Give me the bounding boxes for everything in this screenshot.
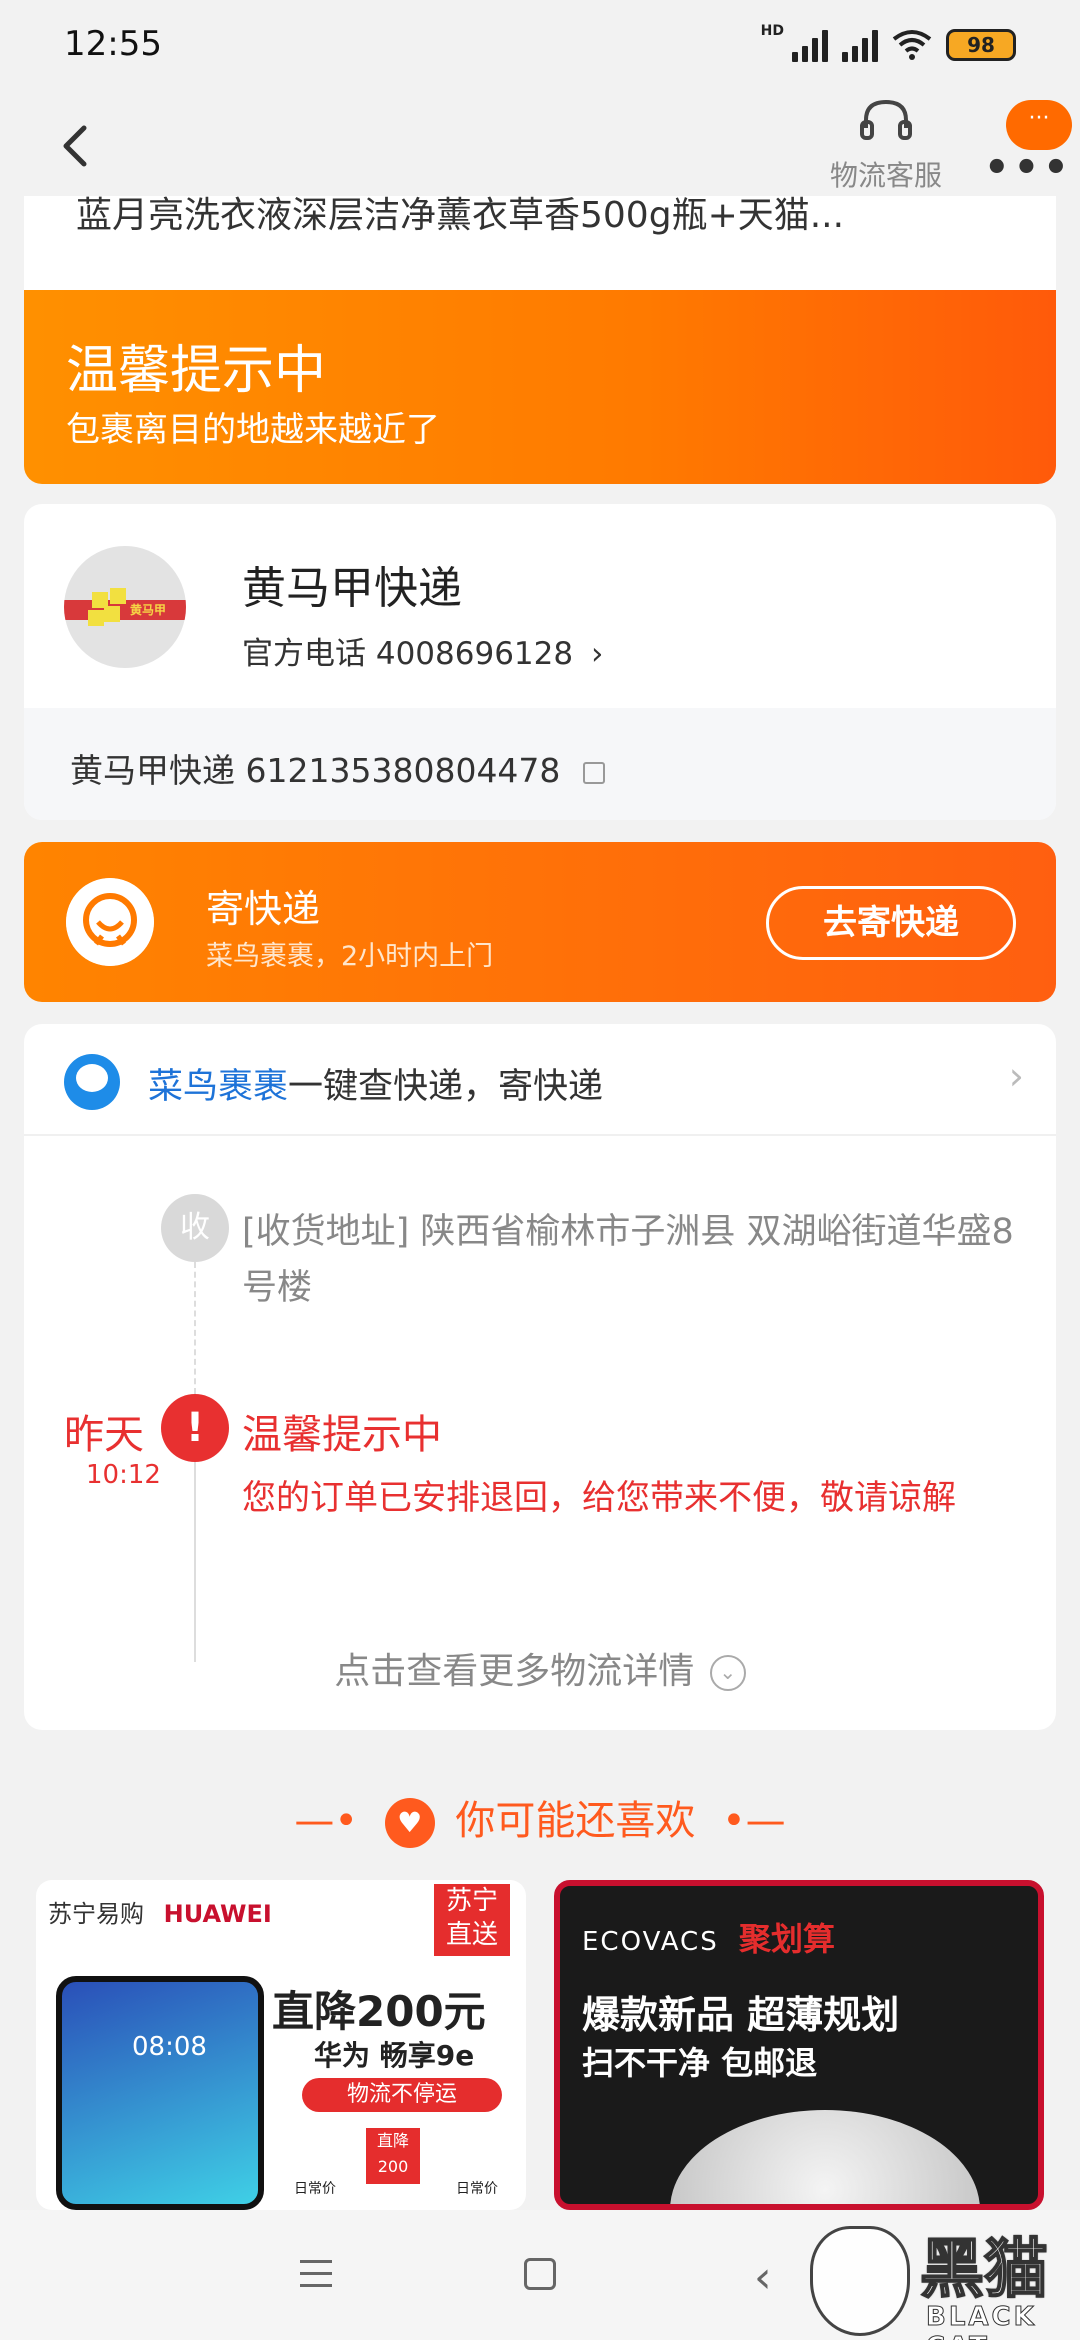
send-express-title: 寄快递: [206, 887, 321, 931]
regular-price-left: 日常价: [294, 2181, 336, 2197]
timeline-dashed-line: [194, 1262, 196, 1394]
watermark-text: 黑猫: [919, 2232, 1049, 2308]
huawei-brand: HUAWEI: [163, 1900, 272, 1928]
alert-icon: !: [161, 1394, 229, 1462]
event-day: 昨天: [64, 1412, 144, 1458]
delivery-address: [收货地址] 陕西省榆林市子洲县 双湖峪街道华盛8号楼: [242, 1212, 1014, 1308]
product-strip[interactable]: 蓝月亮洗衣液深层洁净薰衣草香500g瓶+天猫...: [24, 196, 1056, 290]
tip-subtitle: 包裹离目的地越来越近了: [66, 410, 440, 450]
status-bar: 12:55 HD 98: [0, 0, 1080, 96]
suning-brand: 苏宁易购: [48, 1900, 144, 1928]
cainiao-text: 菜鸟裹裹一键查快递，寄快递: [148, 1058, 603, 1109]
promo-headline: 直降200元: [272, 1987, 486, 2036]
logistics-card: 菜鸟裹裹一键查快递，寄快递 › 收 [收货地址] 陕西省榆林市子洲县 双湖峪街道…: [24, 1024, 1056, 1730]
juhuasuan-brand: 聚划算: [738, 1920, 835, 1958]
product-title: 蓝月亮洗衣液深层洁净薰衣草香500g瓶+天猫...: [76, 196, 845, 236]
home-icon[interactable]: [524, 2258, 556, 2290]
courier-name: 黄马甲快递: [242, 563, 462, 614]
robot-vacuum-image: [670, 2110, 980, 2204]
regular-price-right: 日常价: [456, 2181, 498, 2197]
copy-icon[interactable]: [582, 762, 605, 784]
courier-card: 黄马甲 黄马甲快递 官方电话 4008696128 › 黄马甲快递 612135…: [24, 504, 1056, 820]
headset-icon: [860, 99, 912, 140]
recent-apps-icon[interactable]: [300, 2260, 332, 2296]
recommend-heading: —• ♥ 你可能还喜欢 •—: [0, 1788, 1080, 1848]
cainiao-row[interactable]: 菜鸟裹裹一键查快递，寄快递 ›: [24, 1024, 1056, 1136]
courier-logo-text: 黄马甲: [130, 603, 167, 617]
send-express-button[interactable]: 去寄快递: [766, 886, 1016, 960]
cat-logo-icon: [810, 2226, 910, 2336]
more-dots-icon: •••: [984, 145, 1073, 191]
phone-image: 08:08: [56, 1976, 264, 2210]
hd-indicator: HD: [760, 23, 784, 39]
heading-decoration-icon: •—: [722, 1798, 786, 1844]
tracking-number: 黄马甲快递 612135380804478: [70, 751, 561, 790]
event-description: 您的订单已安排退回，给您带来不便，敬请谅解: [242, 1478, 956, 1518]
cainiao-brand: 菜鸟裹裹: [148, 1067, 289, 1107]
tracking-row: 黄马甲快递 612135380804478: [24, 708, 1056, 820]
more-logistics-label: 点击查看更多物流详情: [334, 1651, 695, 1692]
price-drop-tag: 直降200: [366, 2128, 420, 2184]
send-express-banner[interactable]: 寄快递 菜鸟裹裹，2小时内上门 去寄快递: [24, 842, 1056, 1002]
recommend-card-ecovacs[interactable]: ECOVACS 聚划算 爆款新品 超薄规划 扫不干净 包邮退: [554, 1880, 1044, 2210]
customer-service-button[interactable]: 物流客服: [816, 96, 956, 196]
cainiao-icon: [64, 1054, 120, 1110]
heart-icon: ♥: [384, 1798, 435, 1848]
message-bubble-icon[interactable]: ···: [1006, 100, 1072, 150]
brand-row: 苏宁易购 HUAWEI: [48, 1894, 272, 1929]
promo-headline: 爆款新品 超薄规划: [582, 1993, 900, 2037]
status-time: 12:55: [64, 24, 162, 64]
watermark-subtext: BLACK CAT: [926, 2302, 1037, 2340]
cainiao-desc: 一键查快递，寄快递: [288, 1067, 604, 1107]
ecovacs-brand: ECOVACS: [582, 1927, 719, 1957]
shipping-pill: 物流不停运: [302, 2078, 502, 2112]
black-cat-watermark: 黑猫 BLACK CAT: [810, 2218, 1080, 2340]
cainiao-mascot-icon: [66, 878, 154, 966]
direct-delivery-tag: 苏宁直送: [434, 1884, 510, 1956]
chevron-right-icon: ›: [590, 636, 604, 672]
cellular-signal-icon: [792, 28, 828, 62]
heading-decoration-icon: —•: [294, 1798, 358, 1844]
event-title: 温馨提示中: [242, 1412, 442, 1458]
receive-node-badge: 收: [161, 1194, 229, 1262]
phone-screen-time: 08:08: [132, 2032, 207, 2062]
tip-title: 温馨提示中: [66, 341, 327, 401]
nav-back-icon[interactable]: ‹: [754, 2252, 772, 2303]
battery-indicator: 98: [946, 29, 1016, 61]
more-menu-button[interactable]: ••• ···: [984, 100, 1072, 188]
cellular-signal-2-icon: [842, 28, 878, 62]
brand-row: ECOVACS 聚划算: [582, 1914, 835, 1960]
chevron-down-icon: ⌄: [709, 1655, 746, 1691]
courier-phone-label: 官方电话 4008696128: [242, 636, 574, 672]
back-arrow-icon[interactable]: [48, 116, 108, 176]
timeline-line: [194, 1462, 196, 1662]
event-time: 10:12: [86, 1460, 161, 1490]
courier-phone-link[interactable]: 官方电话 4008696128 ›: [242, 628, 603, 673]
wifi-icon: [892, 30, 932, 60]
recommend-title: 你可能还喜欢: [455, 1798, 696, 1844]
status-icons: HD 98: [761, 23, 1016, 62]
more-logistics-link[interactable]: 点击查看更多物流详情 ⌄: [24, 1642, 1056, 1694]
promo-subline: 扫不干净 包邮退: [582, 2044, 818, 2082]
chevron-right-icon: ›: [1008, 1054, 1024, 1098]
customer-service-label: 物流客服: [829, 159, 942, 192]
recommend-card-huawei[interactable]: 苏宁易购 HUAWEI 苏宁直送 08:08 直降200元 华为 畅享9e 物流…: [36, 1880, 526, 2210]
tracking-number-row: 黄马甲快递 612135380804478: [70, 744, 605, 792]
status-tip-banner: 温馨提示中 包裹离目的地越来越近了: [24, 290, 1056, 484]
product-model: 华为 畅享9e: [314, 2039, 475, 2072]
send-express-subtitle: 菜鸟裹裹，2小时内上门: [206, 941, 494, 972]
header: 物流客服 ••• ···: [0, 96, 1080, 200]
courier-logo: 黄马甲: [64, 546, 186, 668]
